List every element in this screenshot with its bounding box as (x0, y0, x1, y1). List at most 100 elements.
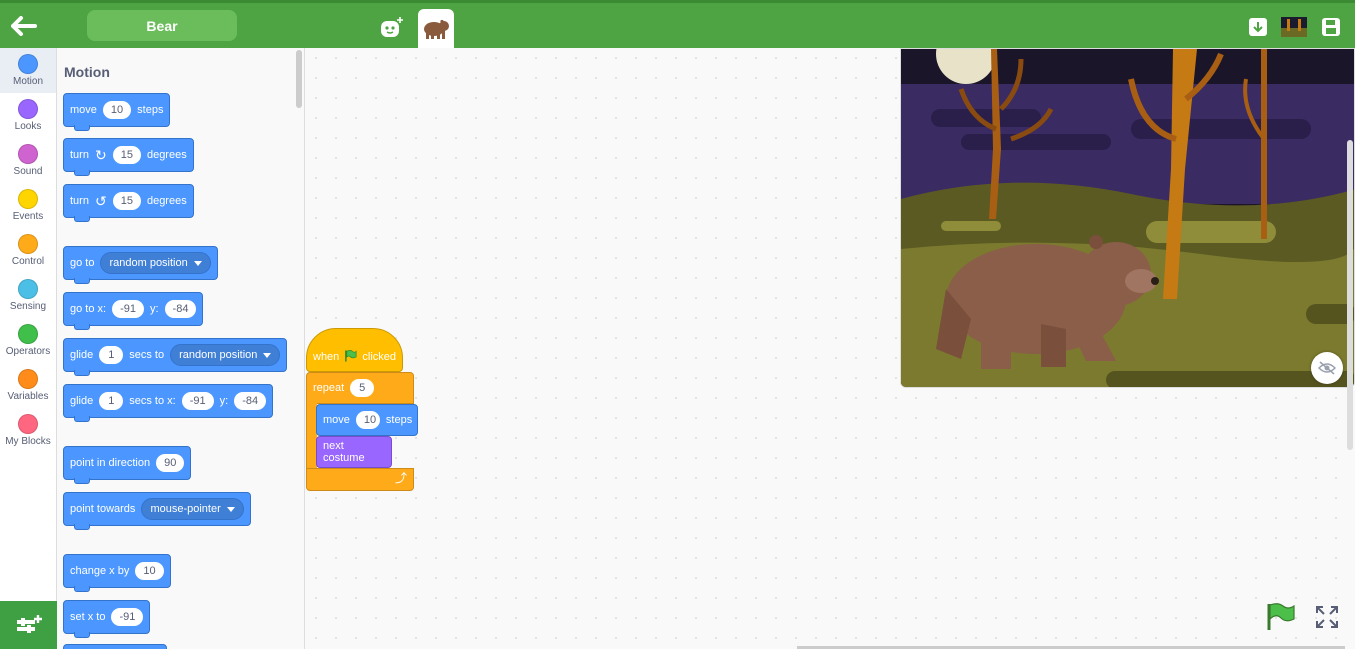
sprite-face-icon (381, 17, 403, 37)
block-text: move (323, 414, 350, 426)
category-label: Looks (14, 121, 42, 132)
chevron-down-icon (193, 260, 202, 266)
category-events[interactable]: Events (0, 183, 56, 228)
workspace-vertical-scrollbar[interactable] (1347, 140, 1353, 450)
block-text: glide (70, 395, 94, 407)
repeat-header: repeat 5 (306, 372, 414, 404)
green-flag-run-icon[interactable] (1264, 602, 1296, 632)
palette-scrollbar[interactable] (296, 50, 302, 108)
block-text: secs to (129, 349, 165, 361)
category-sensing[interactable]: Sensing (0, 273, 56, 318)
block-text: glide (70, 349, 94, 361)
turn-left-block[interactable]: turn ↺ 15 degrees (63, 184, 194, 222)
category-label: Motion (12, 76, 43, 87)
category-label: Variables (7, 391, 49, 402)
steps-input[interactable]: 10 (102, 101, 132, 119)
y-input[interactable]: -84 (234, 392, 267, 410)
position-dropdown[interactable]: random position (170, 344, 281, 366)
glide-to-block[interactable]: glide 1 secs to random position (63, 338, 288, 376)
position-dropdown[interactable]: random position (100, 252, 211, 274)
point-in-direction-block[interactable]: point in direction 90 (63, 446, 192, 484)
x-input[interactable]: -91 (181, 392, 214, 410)
direction-input[interactable]: 90 (156, 454, 185, 472)
glide-to-xy-block[interactable]: glide 1 secs to x: -91 y: -84 (63, 384, 274, 422)
block-text: y: (219, 395, 229, 407)
scratch-editor: Bear Motion Looks Sound Events Control S… (0, 0, 1355, 649)
go-to-block[interactable]: go to random position (63, 246, 218, 284)
save-icon[interactable] (1318, 14, 1344, 40)
category-control[interactable]: Control (0, 228, 56, 273)
repeat-count-input[interactable]: 5 (350, 379, 375, 397)
category-variables[interactable]: Variables (0, 363, 56, 408)
x-input[interactable]: -91 (112, 300, 144, 318)
back-arrow-icon[interactable] (8, 11, 40, 41)
set-x-block[interactable]: set x to -91 (63, 600, 151, 638)
category-label: Events (12, 211, 44, 222)
category-label: My Blocks (5, 436, 51, 447)
rotate-right-icon: ↻ (94, 146, 107, 163)
category-looks[interactable]: Looks (0, 93, 56, 138)
category-label: Control (11, 256, 45, 267)
when-flag-clicked-block[interactable]: when clicked (306, 328, 403, 372)
top-bar: Bear (0, 0, 1355, 49)
move-steps-block[interactable]: move 10 steps (63, 93, 171, 131)
change-x-block[interactable]: change x by 10 (63, 554, 171, 592)
hide-stage-icon[interactable] (1311, 352, 1343, 384)
rotate-left-icon: ↺ (94, 192, 107, 209)
block-text: steps (137, 104, 164, 116)
block-text: go to (70, 257, 95, 269)
dropdown-value: mouse-pointer (150, 503, 221, 515)
chevron-down-icon (226, 506, 235, 512)
x-input[interactable]: -91 (111, 608, 144, 626)
block-text: move (70, 104, 97, 116)
degrees-input[interactable]: 15 (112, 192, 141, 210)
stage[interactable] (900, 48, 1355, 388)
add-extension-icon (16, 615, 42, 633)
add-sprite-tab[interactable] (374, 9, 410, 45)
go-to-xy-block[interactable]: go to x: -91 y: -84 (63, 292, 204, 330)
add-extension-button[interactable] (0, 601, 57, 649)
bear-sprite-tab[interactable] (418, 9, 454, 49)
category-operators[interactable]: Operators (0, 318, 56, 363)
block-text: y: (149, 303, 159, 315)
degrees-input[interactable]: 15 (112, 146, 141, 164)
sound-dot-icon (18, 144, 38, 164)
block-text: set x to (70, 611, 106, 623)
bear-thumbnail-icon (424, 19, 449, 39)
secs-input[interactable]: 1 (99, 392, 124, 410)
repeat-footer: ⤴ (306, 468, 414, 491)
chevron-down-icon (263, 352, 272, 358)
stage-scene (901, 49, 1354, 387)
green-flag-icon (345, 350, 357, 362)
block-text: change x by (70, 565, 130, 577)
y-input[interactable]: -84 (164, 300, 197, 318)
turn-right-block[interactable]: turn ↻ 15 degrees (63, 138, 194, 176)
point-towards-block[interactable]: point towards mouse-pointer (63, 492, 251, 530)
motion-dot-icon (18, 54, 38, 74)
steps-input[interactable]: 10 (355, 411, 380, 429)
next-costume-block[interactable]: next costume (316, 436, 392, 468)
block-text: when (313, 351, 340, 363)
block-text: next costume (323, 440, 365, 464)
target-dropdown[interactable]: mouse-pointer (141, 498, 244, 520)
next-palette-block[interactable] (63, 644, 167, 649)
block-text: point in direction (70, 457, 151, 469)
block-text: turn (70, 195, 89, 207)
x-change-input[interactable]: 10 (135, 562, 164, 580)
sensing-dot-icon (18, 279, 38, 299)
block-text: go to x: (70, 303, 107, 315)
block-text: repeat (313, 382, 345, 394)
secs-input[interactable]: 1 (99, 346, 124, 364)
category-sound[interactable]: Sound (0, 138, 56, 183)
fullscreen-icon[interactable] (1314, 604, 1340, 630)
category-label: Sound (13, 166, 43, 177)
block-text: degrees (146, 195, 187, 207)
stage-thumbnail-icon[interactable] (1280, 14, 1307, 40)
download-icon[interactable] (1245, 14, 1271, 40)
palette-section-title: Motion (64, 64, 110, 80)
category-motion[interactable]: Motion (0, 48, 56, 93)
category-my-blocks[interactable]: My Blocks (0, 408, 56, 453)
script-move-block[interactable]: move 10 steps (316, 404, 418, 436)
category-label: Sensing (9, 301, 47, 312)
sprite-name-field[interactable]: Bear (87, 10, 237, 41)
